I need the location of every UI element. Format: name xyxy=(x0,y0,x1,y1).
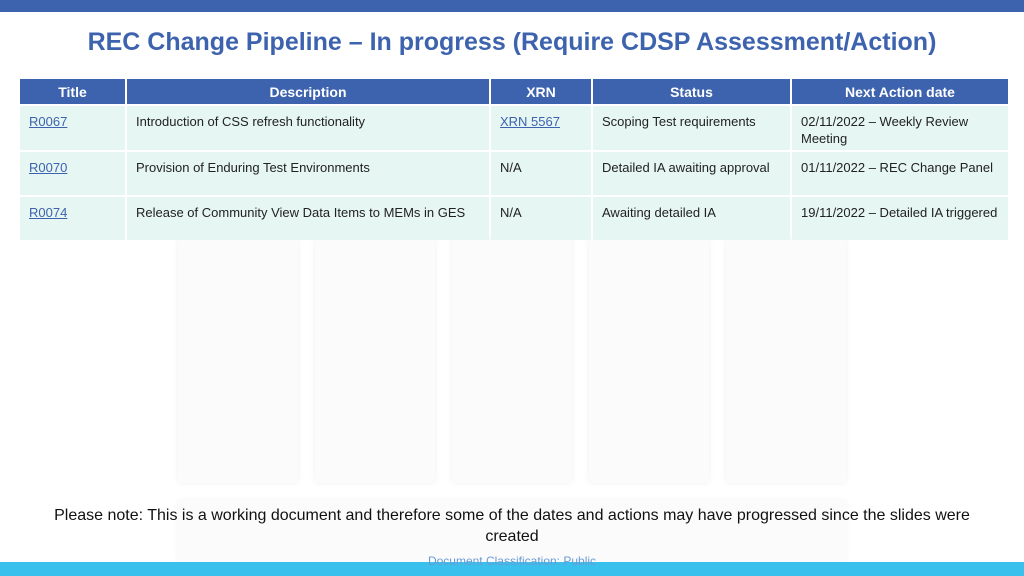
disclaimer-note: Please note: This is a working document … xyxy=(54,507,970,545)
table-header-row: Title Description XRN Status Next Action… xyxy=(20,79,1008,104)
cell-next-action: 19/11/2022 – Detailed IA triggered xyxy=(792,197,1008,240)
cell-status: Detailed IA awaiting approval xyxy=(593,152,790,195)
change-link-r0067[interactable]: R0067 xyxy=(29,114,67,129)
cell-status: Scoping Test requirements xyxy=(593,106,790,150)
top-accent-bar xyxy=(0,0,1024,12)
watermark-column xyxy=(452,238,572,483)
change-link-r0074[interactable]: R0074 xyxy=(29,205,67,220)
xrn-link-5567[interactable]: XRN 5567 xyxy=(500,114,560,129)
watermark-column xyxy=(589,238,709,483)
table-row: R0074 Release of Community View Data Ite… xyxy=(20,197,1008,240)
watermark-column xyxy=(726,238,846,483)
header-status: Status xyxy=(593,79,790,104)
change-link-r0070[interactable]: R0070 xyxy=(29,160,67,175)
cell-description: Introduction of CSS refresh functionalit… xyxy=(127,106,489,150)
document-classification: Document Classification: Public xyxy=(427,554,597,568)
cell-next-action: 01/11/2022 – REC Change Panel xyxy=(792,152,1008,195)
cell-description: Provision of Enduring Test Environments xyxy=(127,152,489,195)
cell-xrn: XRN 5567 xyxy=(491,106,591,150)
header-next-action-date: Next Action date xyxy=(792,79,1008,104)
cell-xrn: N/A xyxy=(491,197,591,240)
watermark-column xyxy=(178,238,298,483)
cell-title: R0070 xyxy=(20,152,125,195)
cell-description: Release of Community View Data Items to … xyxy=(127,197,489,240)
cell-status: Awaiting detailed IA xyxy=(593,197,790,240)
table-row: R0070 Provision of Enduring Test Environ… xyxy=(20,152,1008,195)
header-title: Title xyxy=(20,79,125,104)
slide-title: REC Change Pipeline – In progress (Requi… xyxy=(87,28,937,56)
header-xrn: XRN xyxy=(491,79,591,104)
header-description: Description xyxy=(127,79,489,104)
cell-title: R0067 xyxy=(20,106,125,150)
cell-next-action: 02/11/2022 – Weekly Review Meeting xyxy=(792,106,1008,150)
watermark-column xyxy=(315,238,435,483)
table-row: R0067 Introduction of CSS refresh functi… xyxy=(20,106,1008,150)
pipeline-table: Title Description XRN Status Next Action… xyxy=(18,77,1010,242)
cell-title: R0074 xyxy=(20,197,125,240)
cell-xrn: N/A xyxy=(491,152,591,195)
